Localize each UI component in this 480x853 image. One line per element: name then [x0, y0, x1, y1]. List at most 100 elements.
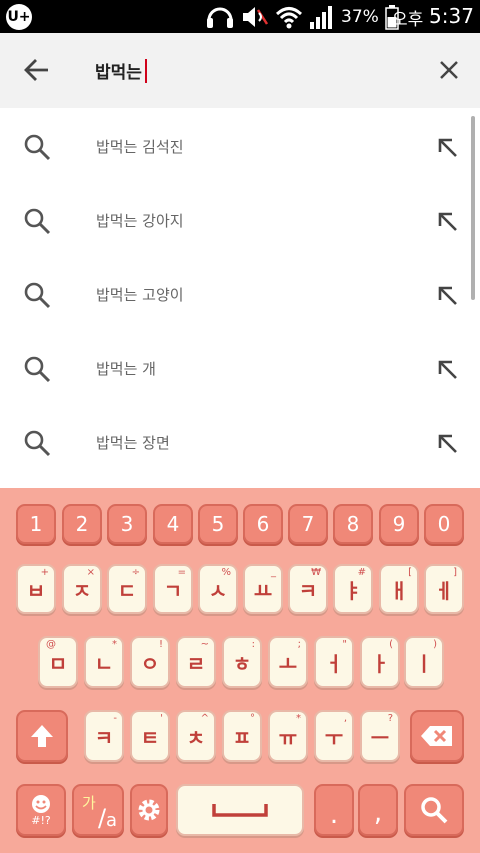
key-5[interactable]: 5: [198, 504, 238, 544]
key-ae[interactable]: [ㅐ: [379, 564, 419, 614]
key-0[interactable]: 0: [424, 504, 464, 544]
key-label: ㅛ: [253, 578, 273, 603]
suggestion-text: 밥먹는 장면: [96, 434, 170, 452]
back-arrow-icon[interactable]: [22, 55, 52, 85]
key-label: ㄹ: [186, 651, 206, 676]
key-secondary: ): [433, 639, 437, 650]
search-icon: [24, 282, 51, 309]
key-9[interactable]: 9: [379, 504, 419, 544]
key-label: ㅊ: [186, 725, 206, 750]
key-8[interactable]: 8: [333, 504, 373, 544]
key-eo[interactable]: " ㅓ: [314, 636, 354, 688]
key-7[interactable]: 7: [288, 504, 328, 544]
key-2[interactable]: 2: [62, 504, 102, 544]
text-cursor: [144, 58, 147, 83]
lang-label-korean: 가: [82, 794, 96, 812]
key-yu[interactable]: * ㅠ: [268, 710, 308, 762]
shift-key[interactable]: [16, 710, 68, 762]
suggestion-item[interactable]: 밥먹는 장면: [0, 406, 480, 480]
key-4[interactable]: 4: [153, 504, 193, 544]
key-secondary: :: [251, 639, 255, 650]
key-secondary: ;: [297, 639, 301, 650]
key-label: ㅔ: [434, 578, 454, 603]
suggestion-item[interactable]: 밥먹는 개: [0, 332, 480, 406]
key-ieung[interactable]: ! ㅇ: [130, 636, 170, 688]
key-label: ㅠ: [278, 725, 298, 750]
key-yo[interactable]: _ ㅛ: [243, 564, 283, 614]
space-bar-icon: [212, 804, 268, 817]
suggestion-item[interactable]: 밥먹는 김석진: [0, 110, 480, 184]
suggestion-item[interactable]: 밥먹는 강아지: [0, 184, 480, 258]
period-key[interactable]: .: [314, 784, 354, 836]
signal-icon: [310, 6, 332, 29]
fill-query-arrow-icon[interactable]: [434, 282, 462, 310]
emoji-symbol-key[interactable]: #!?: [16, 784, 66, 836]
key-6[interactable]: 6: [243, 504, 283, 544]
key-secondary: ÷: [131, 567, 140, 578]
key-secondary: ': [160, 713, 163, 724]
key-ya[interactable]: # ㅑ: [333, 564, 373, 614]
search-icon: [421, 797, 448, 824]
key-e[interactable]: ] ㅔ: [424, 564, 464, 614]
search-key[interactable]: [404, 784, 464, 836]
key-giyeok[interactable]: = ㄱ: [153, 564, 193, 614]
key-secondary: +: [40, 567, 49, 578]
key-secondary: #: [357, 567, 366, 578]
backspace-key[interactable]: [410, 710, 464, 762]
keyboard: 1 2 3 4 5 6 7 8 9 0 + ㅂ × ㅈ ÷ ㄷ = ㄱ % ㅅ _ ㅛ ₩ ㅋ…: [0, 488, 480, 853]
search-input[interactable]: 밥먹는: [95, 58, 147, 83]
key-secondary: ]: [453, 567, 457, 578]
key-bieup[interactable]: + ㅂ: [16, 564, 56, 614]
key-chieut[interactable]: ^ ㅊ: [176, 710, 216, 762]
fill-query-arrow-icon[interactable]: [434, 430, 462, 458]
key-secondary: ~: [200, 639, 209, 650]
clear-icon[interactable]: [434, 55, 464, 85]
search-icon: [24, 430, 51, 457]
fill-query-arrow-icon[interactable]: [434, 356, 462, 384]
suggestion-text: 밥먹는 개: [96, 360, 156, 378]
space-key[interactable]: [176, 784, 304, 836]
settings-key[interactable]: [130, 784, 168, 836]
key-secondary: %: [221, 567, 231, 578]
search-icon: [24, 208, 51, 235]
headset-icon: [207, 7, 233, 28]
key-kieuk-2[interactable]: -ㅋ: [84, 710, 124, 762]
clock-time: 5:37: [429, 4, 474, 28]
key-tieut[interactable]: ' ㅌ: [130, 710, 170, 762]
period-label: .: [329, 800, 339, 830]
key-jieut[interactable]: × ㅈ: [62, 564, 102, 614]
language-toggle-key[interactable]: 가 / a: [72, 784, 124, 836]
clock-ampm: 오후: [392, 10, 424, 30]
key-o[interactable]: ; ㅗ: [268, 636, 308, 688]
key-u[interactable]: ,ㅜ: [314, 710, 354, 762]
key-digeut[interactable]: ÷ ㄷ: [107, 564, 147, 614]
key-a[interactable]: (ㅏ: [360, 636, 400, 688]
key-mieum[interactable]: @ ㅁ: [38, 636, 78, 688]
backspace-icon: [421, 726, 452, 746]
key-1[interactable]: 1: [16, 504, 56, 544]
key-siot[interactable]: % ㅅ: [198, 564, 238, 614]
key-label: ㅏ: [370, 651, 390, 676]
key-nieun[interactable]: * ㄴ: [84, 636, 124, 688]
fill-query-arrow-icon[interactable]: [434, 134, 462, 162]
suggestion-item[interactable]: 밥먹는 고양이: [0, 258, 480, 332]
scrollbar-thumb[interactable]: [471, 116, 475, 300]
key-i[interactable]: ) ㅣ: [404, 636, 444, 688]
key-label: ㅎ: [232, 651, 252, 676]
fill-query-arrow-icon[interactable]: [434, 208, 462, 236]
key-secondary: ": [342, 639, 347, 650]
key-rieul[interactable]: ~ ㄹ: [176, 636, 216, 688]
key-label: ㄱ: [163, 578, 183, 603]
key-pieup[interactable]: ° ㅍ: [222, 710, 262, 762]
key-label: ㄴ: [94, 651, 114, 676]
suggestion-text: 밥먹는 김석진: [96, 138, 184, 156]
key-kieuk[interactable]: ₩ ㅋ: [288, 564, 328, 614]
key-hieut[interactable]: :ㅎ: [222, 636, 262, 688]
key-secondary: (: [389, 639, 393, 650]
comma-key[interactable]: ,: [358, 784, 398, 836]
suggestion-list: 밥먹는 김석진 밥먹는 강아지 밥먹는 고양이 밥먹는 개 밥먹는 장면: [0, 108, 480, 488]
key-secondary: _: [271, 567, 276, 578]
key-label: ㅑ: [343, 578, 363, 603]
key-eu[interactable]: ? ㅡ: [360, 710, 400, 762]
key-3[interactable]: 3: [107, 504, 147, 544]
